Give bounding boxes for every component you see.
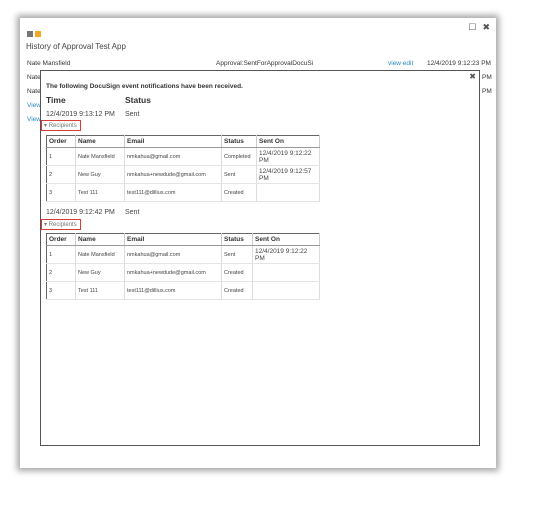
- view-link[interactable]: View: [27, 102, 41, 109]
- recipients-table: Order Name Email Status Sent On 1 Nate M…: [46, 233, 320, 300]
- sent-on-cell: [256, 183, 320, 202]
- status-cell: Sent: [221, 245, 253, 264]
- sent-on-header: Sent On: [252, 233, 320, 246]
- table-row: 3 Test 111 test111@dillius.com Created: [46, 183, 320, 202]
- history-row-name: Nate: [27, 74, 41, 81]
- email-header: Email: [124, 135, 222, 148]
- sent-on-cell: [252, 263, 320, 282]
- event-status: Sent: [125, 111, 140, 118]
- view-edit-link[interactable]: view edit: [388, 60, 413, 67]
- order-header: Order: [46, 233, 76, 246]
- time-column-header: Time: [46, 95, 66, 105]
- status-cell: Created: [221, 263, 253, 282]
- close-icon[interactable]: ✖: [482, 22, 490, 32]
- table-row: 2 New Guy nmkahua+newdude@gmail.com Sent…: [46, 165, 320, 184]
- dialog-close-icon[interactable]: ✖: [469, 72, 476, 81]
- name-cell: Test 111: [75, 183, 125, 202]
- history-row-name: Nate Mansfield: [27, 60, 71, 67]
- order-cell: 1: [46, 147, 76, 166]
- name-cell: New Guy: [75, 263, 125, 282]
- history-row-name: Nate: [27, 88, 41, 95]
- table-row: 3 Test 111 test111@dillius.com Created: [46, 281, 320, 300]
- recipients-toggle[interactable]: ▾ Recipients: [41, 120, 81, 131]
- page-title: History of Approval Test App: [26, 42, 126, 51]
- table-header-row: Order Name Email Status Sent On: [46, 135, 320, 148]
- view-link[interactable]: View: [27, 116, 41, 123]
- sent-on-cell: [252, 281, 320, 300]
- name-cell: Nate Mansfield: [75, 245, 125, 264]
- email-header: Email: [124, 233, 222, 246]
- order-header: Order: [46, 135, 76, 148]
- history-row-event: Approval:SentForApprovalDocuSi: [216, 60, 314, 67]
- recipients-table: Order Name Email Status Sent On 1 Nate M…: [46, 135, 320, 202]
- sent-on-cell: 12/4/2019 9:12:57 PM: [256, 165, 320, 184]
- name-cell: New Guy: [75, 165, 125, 184]
- sent-on-cell: 12/4/2019 9:12:22 PM: [252, 245, 320, 264]
- order-cell: 2: [46, 263, 76, 282]
- logo-square-orange: [35, 31, 41, 37]
- history-row-time: 12/4/2019 9:12:23 PM: [427, 60, 491, 67]
- history-row-time: PM: [482, 74, 492, 81]
- table-header-row: Order Name Email Status Sent On: [46, 233, 320, 246]
- email-cell: test111@dillius.com: [124, 281, 222, 300]
- name-header: Name: [75, 135, 125, 148]
- name-cell: Nate Mansfield: [75, 147, 125, 166]
- status-header: Status: [221, 135, 257, 148]
- order-cell: 2: [46, 165, 76, 184]
- name-header: Name: [75, 233, 125, 246]
- email-cell: nmkahua@gmail.com: [124, 147, 222, 166]
- name-cell: Test 111: [75, 281, 125, 300]
- status-cell: Completed: [221, 147, 257, 166]
- status-column-header: Status: [125, 95, 151, 105]
- logo-square-gray: [27, 31, 33, 37]
- email-cell: nmkahua+newdude@gmail.com: [124, 263, 222, 282]
- status-header: Status: [221, 233, 253, 246]
- event-status: Sent: [125, 209, 140, 216]
- app-logo: [27, 24, 43, 37]
- event-time: 12/4/2019 9:12:42 PM: [46, 209, 115, 216]
- sent-on-cell: 12/4/2019 9:12:22 PM: [256, 147, 320, 166]
- email-cell: nmkahua@gmail.com: [124, 245, 222, 264]
- table-row: 1 Nate Mansfield nmkahua@gmail.com Compl…: [46, 147, 320, 166]
- status-cell: Created: [221, 281, 253, 300]
- restore-icon[interactable]: ☐: [468, 22, 476, 32]
- email-cell: nmkahua+newdude@gmail.com: [124, 165, 222, 184]
- sent-on-header: Sent On: [256, 135, 320, 148]
- table-row: 2 New Guy nmkahua+newdude@gmail.com Crea…: [46, 263, 320, 282]
- app-window: ☐ ✖ History of Approval Test App Nate Man…: [20, 18, 496, 468]
- table-row: 1 Nate Mansfield nmkahua@gmail.com Sent …: [46, 245, 320, 264]
- order-cell: 3: [46, 183, 76, 202]
- status-cell: Created: [221, 183, 257, 202]
- recipients-toggle[interactable]: ▾ Recipients: [41, 219, 81, 230]
- order-cell: 3: [46, 281, 76, 300]
- email-cell: test111@dillius.com: [124, 183, 222, 202]
- recipients-label: Recipients: [48, 123, 77, 129]
- status-cell: Sent: [221, 165, 257, 184]
- recipients-label: Recipients: [48, 222, 77, 228]
- docusign-events-dialog: ✖ The following DocuSign event notificat…: [40, 70, 480, 446]
- history-row-time: PM: [482, 88, 492, 95]
- dialog-heading: The following DocuSign event notificatio…: [46, 83, 243, 90]
- order-cell: 1: [46, 245, 76, 264]
- window-controls: ☐ ✖: [462, 22, 490, 33]
- event-time: 12/4/2019 9:13:12 PM: [46, 111, 115, 118]
